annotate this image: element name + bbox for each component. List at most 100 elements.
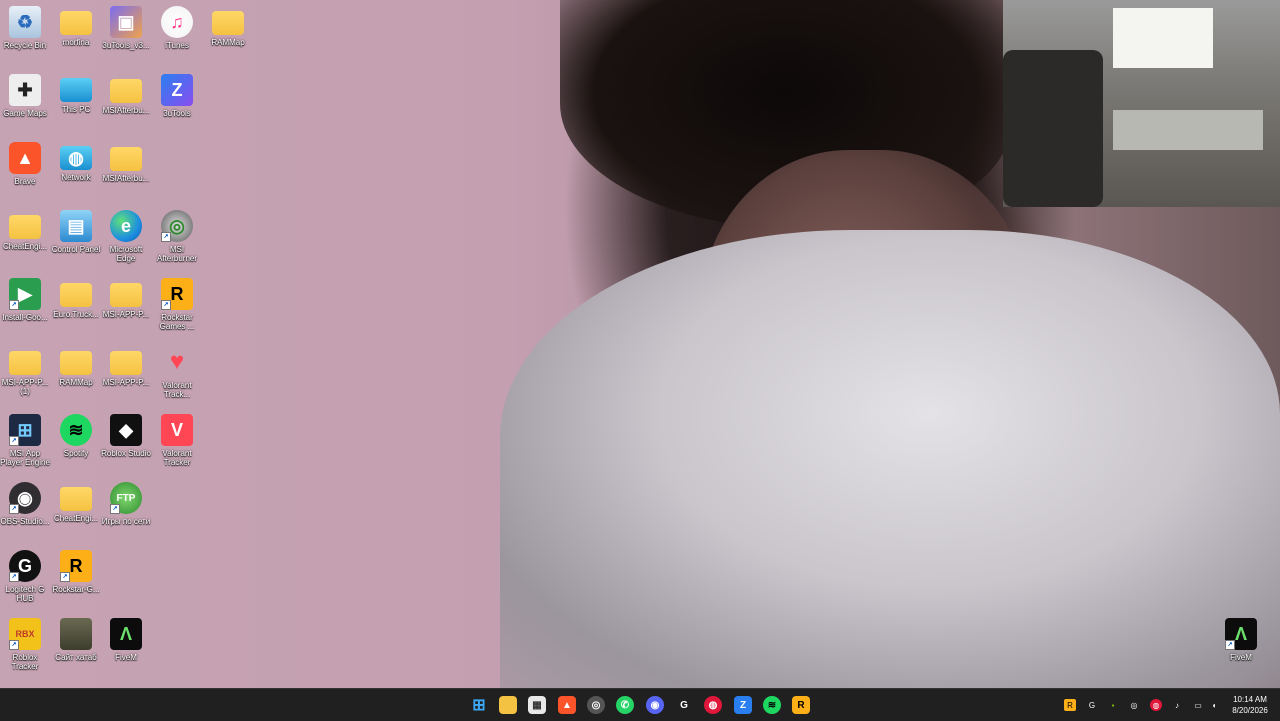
- desktop-icon-3utools-v3[interactable]: ▣ 3uTools_v3...: [101, 6, 151, 50]
- spotify-icon: ≋: [60, 414, 92, 446]
- system-clock[interactable]: 10:14 AM 8/20/2026: [1226, 694, 1274, 716]
- desktop-icon-roblox-studio[interactable]: ◆ Roblox Studio: [101, 414, 151, 458]
- desktop-icon-ftp[interactable]: FTP ↗ Игры по сети: [101, 482, 151, 526]
- desktop-icon-label: MSIAfterbu...: [102, 174, 150, 183]
- logitech-icon: G ↗: [9, 550, 41, 582]
- desktop-icon-control-panel[interactable]: ▤ Control Panel: [51, 210, 101, 254]
- folder-icon: [60, 283, 92, 307]
- desktop-icon-msi-app-p-1[interactable]: MSI-APP-P... (1): [0, 346, 50, 396]
- 3utools-icon: Z: [161, 74, 193, 106]
- desktop-icon-label: Recycle Bin: [3, 41, 47, 50]
- tray-afterburner-icon[interactable]: ◎: [1128, 699, 1140, 711]
- desktop-icon-network[interactable]: ◍ Network: [51, 142, 101, 182]
- desktop-icon-label: morfina: [62, 38, 90, 47]
- folder-icon: [60, 487, 92, 511]
- volume-icon[interactable]: ◖: [1208, 699, 1220, 711]
- microphone-icon[interactable]: ♪: [1171, 699, 1183, 711]
- shortcut-arrow-icon: ↗: [161, 300, 171, 310]
- desktop-icon-site-hatab[interactable]: Сайт хатаб: [51, 618, 101, 662]
- desktop-icon-label: Logitech G HUB: [5, 585, 45, 603]
- desktop-icon-spotify[interactable]: ≋ Spotify: [51, 414, 101, 458]
- tray-rockstar-icon[interactable]: R: [1064, 699, 1076, 711]
- desktop-icon-label: Network: [61, 173, 91, 182]
- desktop-icon-label: Valorant Tracker: [162, 449, 192, 467]
- desktop-icon-game-maps[interactable]: ✚ Game Maps: [0, 74, 50, 118]
- afterburner-icon[interactable]: ◎: [587, 696, 605, 714]
- discord-icon[interactable]: ◉: [646, 696, 664, 714]
- brave-icon: ▲: [9, 142, 41, 174]
- desktop-icon-label: Game Maps: [3, 109, 47, 118]
- google-play-icon: ▶ ↗: [9, 278, 41, 310]
- desktop-icon-label: Control Panel: [51, 245, 101, 254]
- app-red-icon[interactable]: ◍: [704, 696, 722, 714]
- valorant-icon: ♥: [169, 348, 185, 375]
- edge-icon: e: [110, 210, 142, 242]
- desktop-icon-itunes[interactable]: ♫ iTunes: [152, 6, 202, 50]
- desktop-icon-rammap-1[interactable]: RAMMap: [203, 6, 253, 47]
- desktop-icon-label: RAMMap: [211, 38, 245, 47]
- desktop-icon-msi-app-p-3[interactable]: MSI-APP-P...: [101, 346, 151, 387]
- desktop-icon-cheatengine-1[interactable]: CheatEngi...: [0, 210, 50, 251]
- desktop-icon-cheatengine-2[interactable]: CheatEngi...: [51, 482, 101, 523]
- store-icon[interactable]: ▦: [528, 696, 546, 714]
- file-explorer-icon[interactable]: [499, 696, 517, 714]
- desktop-icon-this-pc[interactable]: This PC: [51, 74, 101, 114]
- msi-app-player-icon: ⊞ ↗: [9, 414, 41, 446]
- desktop-icon-microsoft-edge[interactable]: e Microsoft Edge: [101, 210, 151, 263]
- desktop-icon-msiafterburner-2[interactable]: MSIAfterbu...: [101, 142, 151, 183]
- desktop-icon-fivem-left[interactable]: Λ FiveM: [101, 618, 151, 662]
- webcam-chair: [1003, 50, 1103, 207]
- desktop-icon-label: Euro.Truck...: [53, 310, 99, 319]
- desktop-icon-rammap-2[interactable]: RAMMap: [51, 346, 101, 387]
- desktop-icon-msi-app-player[interactable]: ⊞ ↗ MSI App Player Engine: [0, 414, 50, 467]
- desktop-icon-label: Игры по сети: [101, 517, 151, 526]
- desktop-icon-fivem-right[interactable]: Λ ↗ FiveM: [1216, 618, 1266, 662]
- desktop-icon-label: FiveM: [115, 653, 137, 662]
- 3utools-icon[interactable]: Z: [734, 696, 752, 714]
- desktop-icon-roblox-tracker[interactable]: RBX ↗ Roblox Tracker: [0, 618, 50, 671]
- desktop-icon-label: Valorant Track...: [162, 381, 192, 399]
- tray-logitech-icon[interactable]: G: [1086, 699, 1098, 711]
- desktop-icon-msiafterburner-1[interactable]: MSIAfterbu...: [101, 74, 151, 115]
- desktop-icon-label: MSI App Player Engine: [0, 449, 50, 467]
- desktop-icon-valorant-track[interactable]: ♥ Valorant Track...: [152, 346, 202, 399]
- folder-icon: [110, 79, 142, 103]
- desktop-icon-obs[interactable]: ◉ ↗ OBS-Studio...: [0, 482, 50, 526]
- shortcut-arrow-icon: ↗: [9, 572, 19, 582]
- desktop-icon-3utools[interactable]: Z 3uTools: [152, 74, 202, 118]
- desktop-icon-install-google[interactable]: ▶ ↗ Install-Goo...: [0, 278, 50, 322]
- desktop-icon-label: 3uTools_v3...: [102, 41, 150, 50]
- itunes-icon: ♫: [161, 6, 193, 38]
- desktop-icon-recycle-bin[interactable]: ♻ Recycle Bin: [0, 6, 50, 50]
- package-icon: ▣: [110, 6, 142, 38]
- desktop-icon-valorant-tracker[interactable]: V Valorant Tracker: [152, 414, 202, 467]
- desktop-icon-label: MSI-APP-P...: [102, 310, 150, 319]
- desktop-icon-label: Сайт хатаб: [55, 653, 97, 662]
- display-icon[interactable]: ▭: [1192, 699, 1204, 711]
- desktop-icon-label: Spotify: [63, 449, 89, 458]
- folder-icon: [9, 215, 41, 239]
- desktop-icon-label: Rockstar Games ...: [159, 313, 195, 331]
- desktop-icon-morfina[interactable]: morfina: [51, 6, 101, 47]
- desktop-icon-msi-app-p-2[interactable]: MSI-APP-P...: [101, 278, 151, 319]
- folder-icon: [60, 351, 92, 375]
- spotify-icon[interactable]: ≋: [763, 696, 781, 714]
- desktop-icon-brave[interactable]: ▲ Brave: [0, 142, 50, 186]
- webcam-table: [1113, 110, 1263, 150]
- tray-nvidia-icon[interactable]: ▪: [1107, 699, 1119, 711]
- desktop-icon-label: OBS-Studio...: [0, 517, 50, 526]
- brave-icon[interactable]: ▲: [558, 696, 576, 714]
- desktop-icon-rockstar-games[interactable]: R ↗ Rockstar Games ...: [152, 278, 202, 331]
- desktop-icon-msi-afterburner[interactable]: ◎ ↗ MSI Afterburner: [152, 210, 202, 263]
- rockstar-icon[interactable]: R: [792, 696, 810, 714]
- desktop-icon-euro-truck[interactable]: Euro.Truck...: [51, 278, 101, 319]
- logitech-icon[interactable]: G: [675, 696, 693, 714]
- start-icon[interactable]: ⊞: [470, 696, 488, 714]
- control-panel-icon: ▤: [60, 210, 92, 242]
- desktop-icon-rockstar-g[interactable]: R ↗ Rockstar-G...: [51, 550, 101, 594]
- shortcut-arrow-icon: ↗: [60, 572, 70, 582]
- tray-app-icon[interactable]: ◍: [1150, 699, 1162, 711]
- whatsapp-icon[interactable]: ✆: [616, 696, 634, 714]
- desktop-icon-logitech[interactable]: G ↗ Logitech G HUB: [0, 550, 50, 603]
- gamepad-icon: ✚: [9, 74, 41, 106]
